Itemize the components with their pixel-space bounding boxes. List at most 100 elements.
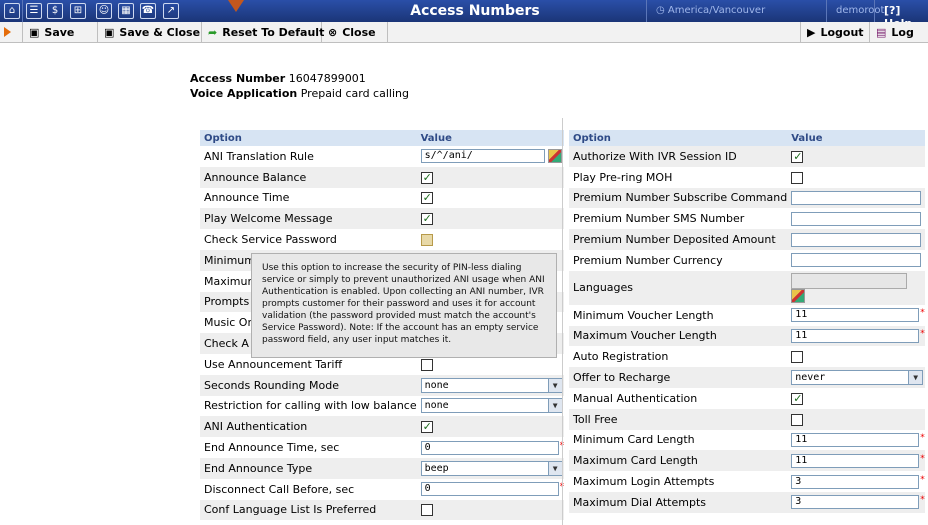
- chevron-down-icon[interactable]: ▼: [547, 378, 562, 392]
- min-card-length-input[interactable]: 11: [791, 432, 920, 447]
- close-icon: ⊗: [328, 26, 338, 39]
- table-row: Maximum Voucher Length 11 *: [569, 325, 925, 347]
- table-row: Check Service Password: [200, 229, 564, 250]
- premium-sms-number-input[interactable]: [791, 211, 922, 226]
- option-label: Premium Number Subscribe Command: [569, 187, 788, 209]
- column-header-option: Option: [200, 130, 417, 146]
- user-name[interactable]: demoroot: [836, 5, 884, 16]
- play-pre-ring-moh-checkbox[interactable]: [791, 171, 804, 184]
- seconds-rounding-select[interactable]: none ▼: [420, 377, 563, 393]
- ani-translation-rule-input[interactable]: s/^/ani/: [420, 149, 545, 164]
- chevron-down-icon[interactable]: ▼: [547, 461, 562, 475]
- page-title: Access Numbers: [410, 3, 540, 19]
- option-label: Minimum Card Length: [573, 433, 695, 447]
- option-label: Authorize With IVR Session ID: [569, 146, 788, 167]
- max-card-length-input[interactable]: 11: [791, 453, 920, 468]
- required-marker: *: [920, 474, 925, 485]
- table-row: Disconnect Call Before, sec 0*: [200, 479, 564, 500]
- offer-to-recharge-select[interactable]: never ▼: [791, 370, 924, 386]
- table-row: Manual Authentication: [569, 388, 925, 409]
- option-label: Premium Number Deposited Amount: [569, 229, 788, 250]
- ani-authentication-checkbox[interactable]: [420, 420, 433, 434]
- low-balance-restriction-select[interactable]: none ▼: [420, 398, 563, 414]
- pointer-marker-icon: [224, 0, 248, 12]
- max-login-attempts-input[interactable]: 3: [791, 474, 920, 489]
- access-number-line: Access Number 16047899001: [190, 72, 366, 85]
- table-row: Premium Number SMS Number: [569, 208, 925, 229]
- option-label: Languages: [569, 270, 788, 305]
- save-close-button[interactable]: ▣ Save & Close: [98, 22, 202, 43]
- save-button[interactable]: ▣ Save: [22, 22, 98, 43]
- premium-currency-input[interactable]: [791, 253, 922, 268]
- divider: [874, 0, 875, 22]
- reset-default-button[interactable]: ➦ Reset To Default: [202, 22, 325, 43]
- timezone-link[interactable]: ◷ America/Vancouver: [656, 5, 765, 16]
- timezone-label: America/Vancouver: [667, 5, 766, 16]
- announce-time-checkbox[interactable]: [420, 191, 433, 205]
- phone-icon[interactable]: ☎: [140, 3, 156, 19]
- logout-label: Logout: [820, 26, 864, 39]
- required-marker: *: [920, 432, 925, 443]
- use-announcement-tariff-checkbox[interactable]: [420, 358, 433, 371]
- help-tooltip: Use this option to increase the security…: [251, 253, 557, 358]
- announce-balance-checkbox[interactable]: [420, 171, 433, 184]
- voice-app-label: Voice Application: [190, 87, 298, 100]
- min-voucher-length-input[interactable]: 11: [791, 308, 920, 323]
- end-announce-time-input[interactable]: 0: [420, 440, 559, 455]
- grid-icon[interactable]: ⊞: [70, 3, 86, 19]
- select-value: beep: [424, 462, 449, 474]
- select-value: never: [795, 372, 826, 384]
- top-navigation-bar: ⌂ ☰ $ ⊞ ☺ ▦ ☎ ↗ Access Numbers ◷ America…: [0, 0, 928, 30]
- authorize-ivr-session-checkbox[interactable]: [791, 150, 804, 163]
- close-button[interactable]: ⊗ Close: [322, 22, 388, 43]
- logout-icon: ▶: [807, 26, 816, 39]
- option-label: Announce Time: [204, 191, 290, 205]
- table-row: Announce Time: [200, 188, 564, 209]
- end-announce-type-select[interactable]: beep ▼: [420, 460, 563, 476]
- max-dial-attempts-input[interactable]: 3: [791, 495, 920, 510]
- auto-registration-checkbox[interactable]: [791, 351, 804, 364]
- graph-icon[interactable]: ↗: [163, 3, 179, 19]
- check-service-password-checkbox[interactable]: [420, 234, 433, 247]
- languages-box[interactable]: [791, 272, 908, 289]
- chevron-down-icon[interactable]: ▼: [908, 371, 923, 385]
- toll-free-checkbox[interactable]: [791, 413, 804, 426]
- list-icon[interactable]: ☰: [26, 3, 42, 19]
- option-label: Check Service Password: [204, 233, 337, 247]
- disconnect-call-before-input[interactable]: 0: [420, 482, 559, 497]
- table-row: Maximum Login Attempts 3 *: [569, 471, 925, 492]
- manual-authentication-checkbox[interactable]: [791, 392, 804, 405]
- reset-label: Reset To Default: [222, 26, 325, 39]
- log-button[interactable]: ▤ Log: [870, 22, 928, 43]
- table-row: Premium Number Subscribe Command: [569, 187, 925, 209]
- logout-button[interactable]: ▶ Logout: [800, 22, 870, 43]
- divider: [826, 0, 827, 22]
- chart-icon[interactable]: ▦: [118, 3, 134, 19]
- conf-language-list-checkbox[interactable]: [420, 504, 433, 517]
- edit-pencil-icon[interactable]: [547, 149, 562, 164]
- edit-pencil-icon[interactable]: [791, 288, 806, 303]
- action-toolbar: ▣ Save ▣ Save & Close ➦ Reset To Default ⊗ C…: [0, 22, 928, 43]
- dollar-icon[interactable]: $: [47, 3, 63, 19]
- floppy-icon: ▣: [104, 26, 115, 39]
- table-row: Authorize With IVR Session ID: [569, 146, 925, 167]
- premium-deposited-amount-input[interactable]: [791, 232, 922, 247]
- premium-subscribe-command-input[interactable]: [791, 190, 922, 205]
- home-icon[interactable]: ⌂: [4, 3, 20, 19]
- option-label: Toll Free: [569, 408, 788, 430]
- column-divider: [562, 118, 563, 525]
- option-label: Seconds Rounding Mode: [200, 374, 417, 396]
- max-voucher-length-input[interactable]: 11: [791, 328, 920, 343]
- chevron-down-icon[interactable]: ▼: [547, 399, 562, 413]
- required-marker: *: [920, 495, 925, 506]
- table-row: Minimum Voucher Length 11 *: [569, 305, 925, 326]
- access-number-label: Access Number: [190, 72, 286, 85]
- required-marker: *: [920, 453, 925, 464]
- table-row: Maximum Dial Attempts 3 *: [569, 491, 925, 513]
- table-row: Offer to Recharge never ▼: [569, 367, 925, 388]
- person-icon[interactable]: ☺: [96, 3, 112, 19]
- option-label: Play Pre-ring MOH: [573, 170, 673, 184]
- option-label: Announce Balance: [200, 166, 417, 188]
- play-welcome-checkbox[interactable]: [420, 212, 433, 226]
- reset-arrow-icon: ➦: [208, 26, 218, 39]
